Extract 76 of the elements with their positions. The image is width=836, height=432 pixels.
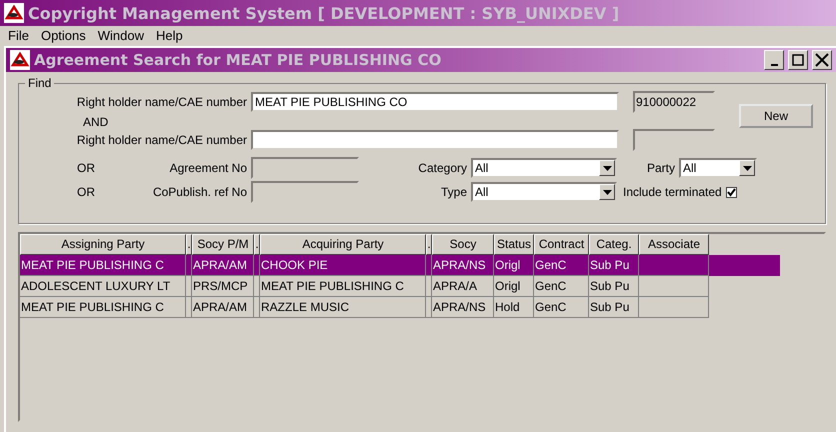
column-header[interactable]: Categ. [589, 234, 639, 255]
table-cell: Sub Pu [589, 297, 639, 318]
menu-item[interactable]: File [2, 28, 35, 42]
table-cell [639, 297, 709, 318]
category-dropdown[interactable]: All [471, 158, 617, 178]
table-cell [639, 276, 709, 297]
logo-icon [4, 3, 24, 23]
table-cell: GenC [534, 276, 589, 297]
table-row[interactable]: MEAT PIE PUBLISHING C APRA/AM CHOOK PIE APRA/NS Origl GenC Sub Pu [20, 255, 780, 276]
group-legend: Find [25, 76, 54, 90]
dropdown-arrow-icon [742, 166, 752, 170]
table-cell: APRA/AM [192, 297, 254, 318]
menu-item[interactable]: Window [92, 28, 150, 42]
table-cell: APRA/A [432, 276, 494, 297]
column-header[interactable]: . [426, 234, 432, 255]
table-cell: Sub Pu [589, 276, 639, 297]
field-label: Right holder name/CAE number [76, 95, 247, 109]
table-cell: GenC [534, 297, 589, 318]
minimize-icon [770, 64, 778, 66]
table-cell [639, 255, 709, 276]
dropdown-arrow-icon [602, 190, 612, 194]
checkbox[interactable] [726, 186, 737, 198]
type-dropdown[interactable]: All [471, 182, 617, 202]
table-row[interactable]: ADOLESCENT LUXURY LT PRS/MCP MEAT PIE PUBLISHING C APRA/A Origl GenC Sub Pu [20, 276, 824, 297]
number-field: 910000022 [633, 91, 715, 113]
table-cell: MEAT PIE PUBLISHING C [20, 297, 186, 318]
table-cell: APRA/NS [432, 297, 494, 318]
table-cell: MEAT PIE PUBLISHING C [260, 276, 426, 297]
table-cell: Origl [494, 276, 534, 297]
table-cell: Sub Pu [589, 255, 639, 276]
table-cell: MEAT PIE PUBLISHING C [20, 255, 186, 276]
table-cell: APRA/AM [192, 255, 254, 276]
column-header[interactable]: Associate [639, 234, 709, 255]
table-cell: APRA/NS [432, 255, 494, 276]
app-title: Copyright Management System [ DEVELOPMENT : SYB_UNIXDEV ] [28, 4, 620, 22]
column-header[interactable]: . [254, 234, 260, 255]
field-label: Right holder name/CAE number [76, 133, 247, 147]
field-label: Type [440, 185, 467, 199]
table-cell: GenC [534, 255, 589, 276]
field-label: Party [646, 161, 675, 175]
column-header[interactable]: Status [494, 234, 534, 255]
window-title: Agreement Search for MEAT PIE PUBLISHING CO [34, 51, 442, 69]
table-row[interactable]: MEAT PIE PUBLISHING C APRA/AM RAZZLE MUSIC APRA/NS Hold GenC Sub Pu [20, 297, 824, 318]
column-header[interactable]: Contract [534, 234, 589, 255]
input-field[interactable] [251, 157, 359, 179]
or-label: OR [76, 161, 95, 175]
table-cell: RAZZLE MUSIC [260, 297, 426, 318]
menu-item[interactable]: Help [150, 28, 189, 42]
input-field[interactable]: MEAT PIE PUBLISHING CO [251, 92, 619, 112]
and-label: AND [83, 115, 108, 127]
column-header[interactable]: . [186, 234, 192, 255]
party-dropdown[interactable]: All [679, 158, 757, 178]
close-icon [815, 53, 829, 67]
logo-icon [10, 50, 30, 70]
minimize-button[interactable] [764, 50, 784, 70]
checkbox-label: Include terminated [623, 185, 722, 199]
input-field[interactable] [251, 130, 619, 150]
dropdown-arrow-icon [602, 166, 612, 170]
field-label: Agreement No [168, 161, 247, 175]
column-header[interactable]: Acquiring Party [260, 234, 426, 255]
column-header[interactable]: Socy P/M [192, 234, 254, 255]
maximize-button[interactable] [788, 50, 808, 70]
table-cell: Origl [494, 255, 534, 276]
field-label: CoPublish. ref No [152, 185, 247, 199]
field-label: Category [417, 161, 467, 175]
column-header[interactable]: Assigning Party [20, 234, 186, 255]
table-cell: CHOOK PIE [260, 255, 426, 276]
table-cell: Hold [494, 297, 534, 318]
or-label: OR [76, 185, 95, 199]
menu-item[interactable]: Options [34, 28, 92, 42]
column-header[interactable]: Socy [432, 234, 494, 255]
maximize-icon [792, 54, 804, 66]
new-button[interactable]: New [739, 104, 813, 128]
table-cell: PRS/MCP [192, 276, 254, 297]
table-cell: ADOLESCENT LUXURY LT [20, 276, 186, 297]
close-button[interactable] [812, 50, 832, 70]
